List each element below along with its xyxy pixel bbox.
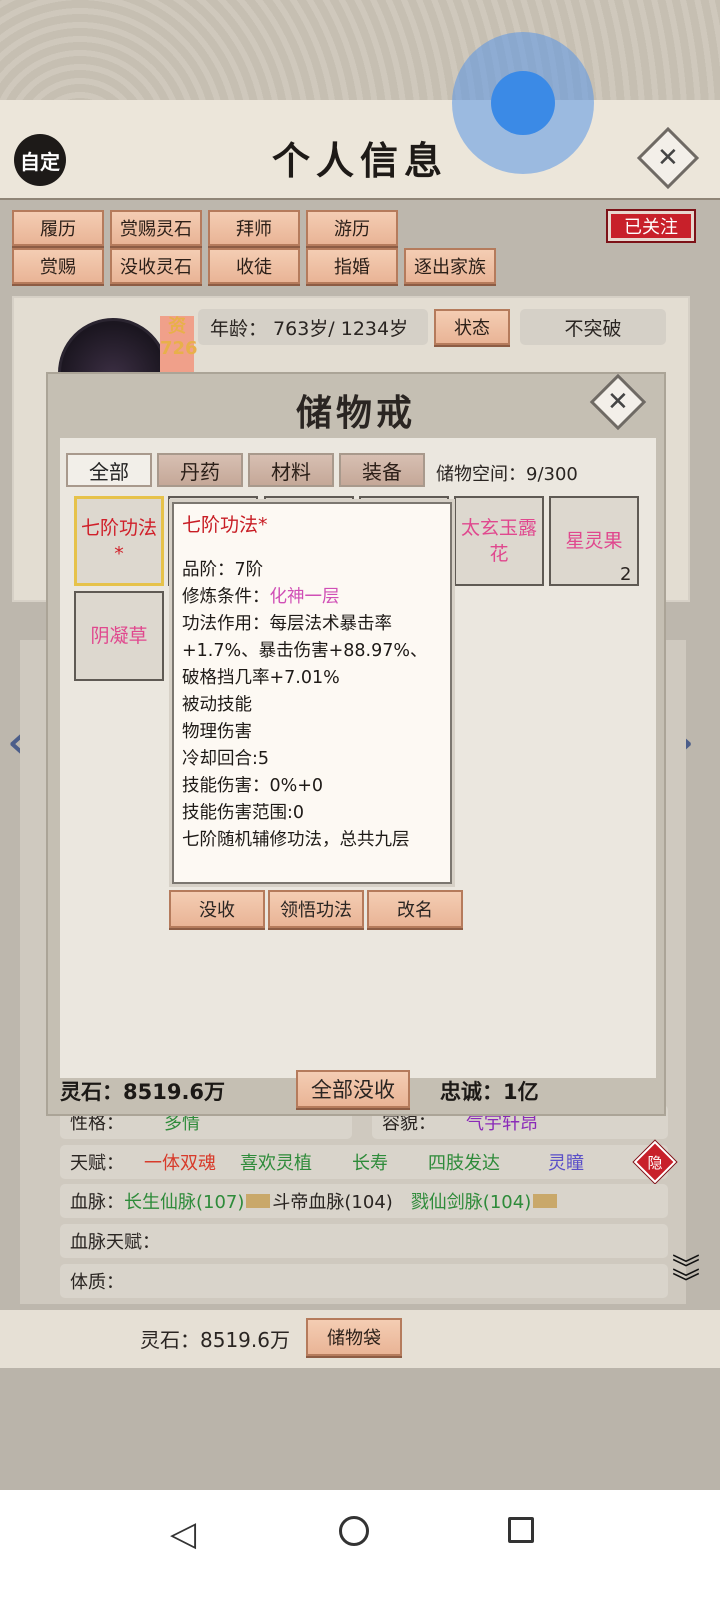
touch-point	[491, 71, 555, 135]
close-icon: ✕	[607, 386, 629, 417]
item-slot[interactable]: 太玄玉露 花	[454, 496, 544, 586]
reward-stones-button[interactable]: 赏赐灵石	[110, 210, 202, 246]
comprehend-technique-button[interactable]: 领悟功法	[268, 890, 364, 928]
system-navigation-bar	[0, 1490, 720, 1600]
tooltip-passive: 被动技能	[182, 695, 252, 715]
condition-value: 化神一层	[269, 587, 340, 607]
tooltip-effect: 功法作用：每层法术暴击率+1.7%、暴击伤害+88.97%、破格挡几率+7.01…	[182, 614, 428, 688]
decorative-wave-background	[0, 0, 720, 100]
item-slot[interactable]: 阴凝草	[74, 591, 164, 681]
tooltip-damage: 技能伤害：0%+0	[182, 776, 324, 796]
constitution-label: 体质：	[70, 1272, 124, 1293]
condition-label: 修炼条件：	[182, 587, 270, 607]
hidden-badge-label: 隐	[647, 1153, 663, 1172]
breakthrough-text: 不突破	[564, 317, 622, 340]
apprentice-button[interactable]: 拜师	[208, 210, 300, 246]
age-text: 年龄： 763岁/ 1234岁	[210, 317, 409, 340]
page-title: 个人信息	[271, 138, 448, 183]
item-tooltip: 七阶功法* 品阶：7阶 修炼条件：化神一层 功法作用：每层法术暴击率+1.7%、…	[172, 502, 452, 884]
storage-bag-button[interactable]: 储物袋	[306, 1318, 402, 1356]
confiscate-button[interactable]: 没收	[169, 890, 265, 928]
rename-button[interactable]: 改名	[367, 890, 463, 928]
item-slot-selected[interactable]: 七阶功法 *	[74, 496, 164, 586]
bloodline-talent-row: 血脉天赋：	[60, 1224, 668, 1258]
tab-equipment[interactable]: 装备	[339, 453, 425, 487]
tab-all[interactable]: 全部	[66, 453, 152, 487]
home-icon[interactable]	[339, 1516, 369, 1546]
talent-label: 天赋：	[70, 1153, 124, 1174]
bloodline-item: 长生仙脉(107)	[124, 1192, 245, 1213]
confiscate-all-button[interactable]: 全部没收	[296, 1070, 410, 1108]
travel-button[interactable]: 游历	[306, 210, 398, 246]
aptitude-value: 726	[160, 338, 198, 359]
followed-badge[interactable]: 已关注	[606, 209, 696, 243]
scroll-icon	[533, 1194, 558, 1208]
tooltip-grade: 品阶：7阶	[182, 560, 264, 580]
item-count: 2	[620, 564, 632, 585]
tooltip-description: 七阶随机辅修功法，总共九层	[182, 830, 410, 850]
talent-item: 长寿	[352, 1153, 388, 1174]
bloodline-item: 戮仙剑脉(104)	[410, 1192, 532, 1213]
history-button[interactable]: 履历	[12, 210, 104, 246]
age-field: 年龄： 763岁/ 1234岁	[198, 309, 428, 345]
constitution-row: 体质：	[60, 1264, 668, 1298]
take-disciple-button[interactable]: 收徒	[208, 248, 300, 284]
aptitude-badge: 资 726	[160, 316, 198, 372]
reward-button[interactable]: 赏赐	[12, 248, 104, 284]
arrange-marriage-button[interactable]: 指婚	[306, 248, 398, 284]
recents-icon[interactable]	[508, 1517, 534, 1543]
bloodline-row: 血脉： 长生仙脉(107) 斗帝血脉(104) 戮仙剑脉(104)	[60, 1184, 668, 1218]
talent-row: 天赋： 一体双魂 喜欢灵植 长寿 四肢发达 灵瞳	[60, 1145, 668, 1179]
close-icon: ✕	[657, 142, 679, 173]
bloodline-label: 血脉：	[70, 1192, 124, 1213]
talent-item: 一体双魂	[144, 1153, 216, 1174]
spirit-stones-total: 灵石：8519.6万	[140, 1328, 290, 1352]
storage-capacity: 储物空间：9/300	[436, 464, 578, 485]
tab-materials[interactable]: 材料	[248, 453, 334, 487]
scroll-icon	[246, 1194, 271, 1208]
tooltip-range: 技能伤害范围:0	[182, 803, 305, 823]
tooltip-condition: 修炼条件：化神一层	[182, 584, 442, 611]
talent-item: 灵瞳	[548, 1153, 584, 1174]
breakthrough-field[interactable]: 不突破	[520, 309, 666, 345]
back-icon[interactable]: ◁	[170, 1514, 196, 1554]
tooltip-physical: 物理伤害	[182, 722, 252, 742]
expand-down-icon[interactable]: ︾ ︾	[672, 1255, 700, 1297]
status-button[interactable]: 状态	[434, 309, 510, 345]
tooltip-title: 七阶功法*	[182, 514, 268, 536]
loyalty-value: 忠诚：1亿	[440, 1080, 539, 1104]
bottom-background	[0, 1368, 720, 1490]
modal-spirit-stones: 灵石：8519.6万	[60, 1080, 226, 1104]
bloodline-talent-label: 血脉天赋：	[70, 1232, 160, 1253]
tab-pills[interactable]: 丹药	[157, 453, 243, 487]
expel-button[interactable]: 逐出家族	[404, 248, 496, 284]
confiscate-stones-button[interactable]: 没收灵石	[110, 248, 202, 284]
talent-item: 喜欢灵植	[240, 1153, 312, 1174]
bloodline-item: 斗帝血脉(104)	[272, 1192, 393, 1213]
modal-title: 储物戒	[295, 392, 416, 434]
tooltip-cooldown: 冷却回合:5	[182, 749, 270, 769]
aptitude-label: 资	[168, 316, 186, 337]
talent-item: 四肢发达	[428, 1153, 500, 1174]
